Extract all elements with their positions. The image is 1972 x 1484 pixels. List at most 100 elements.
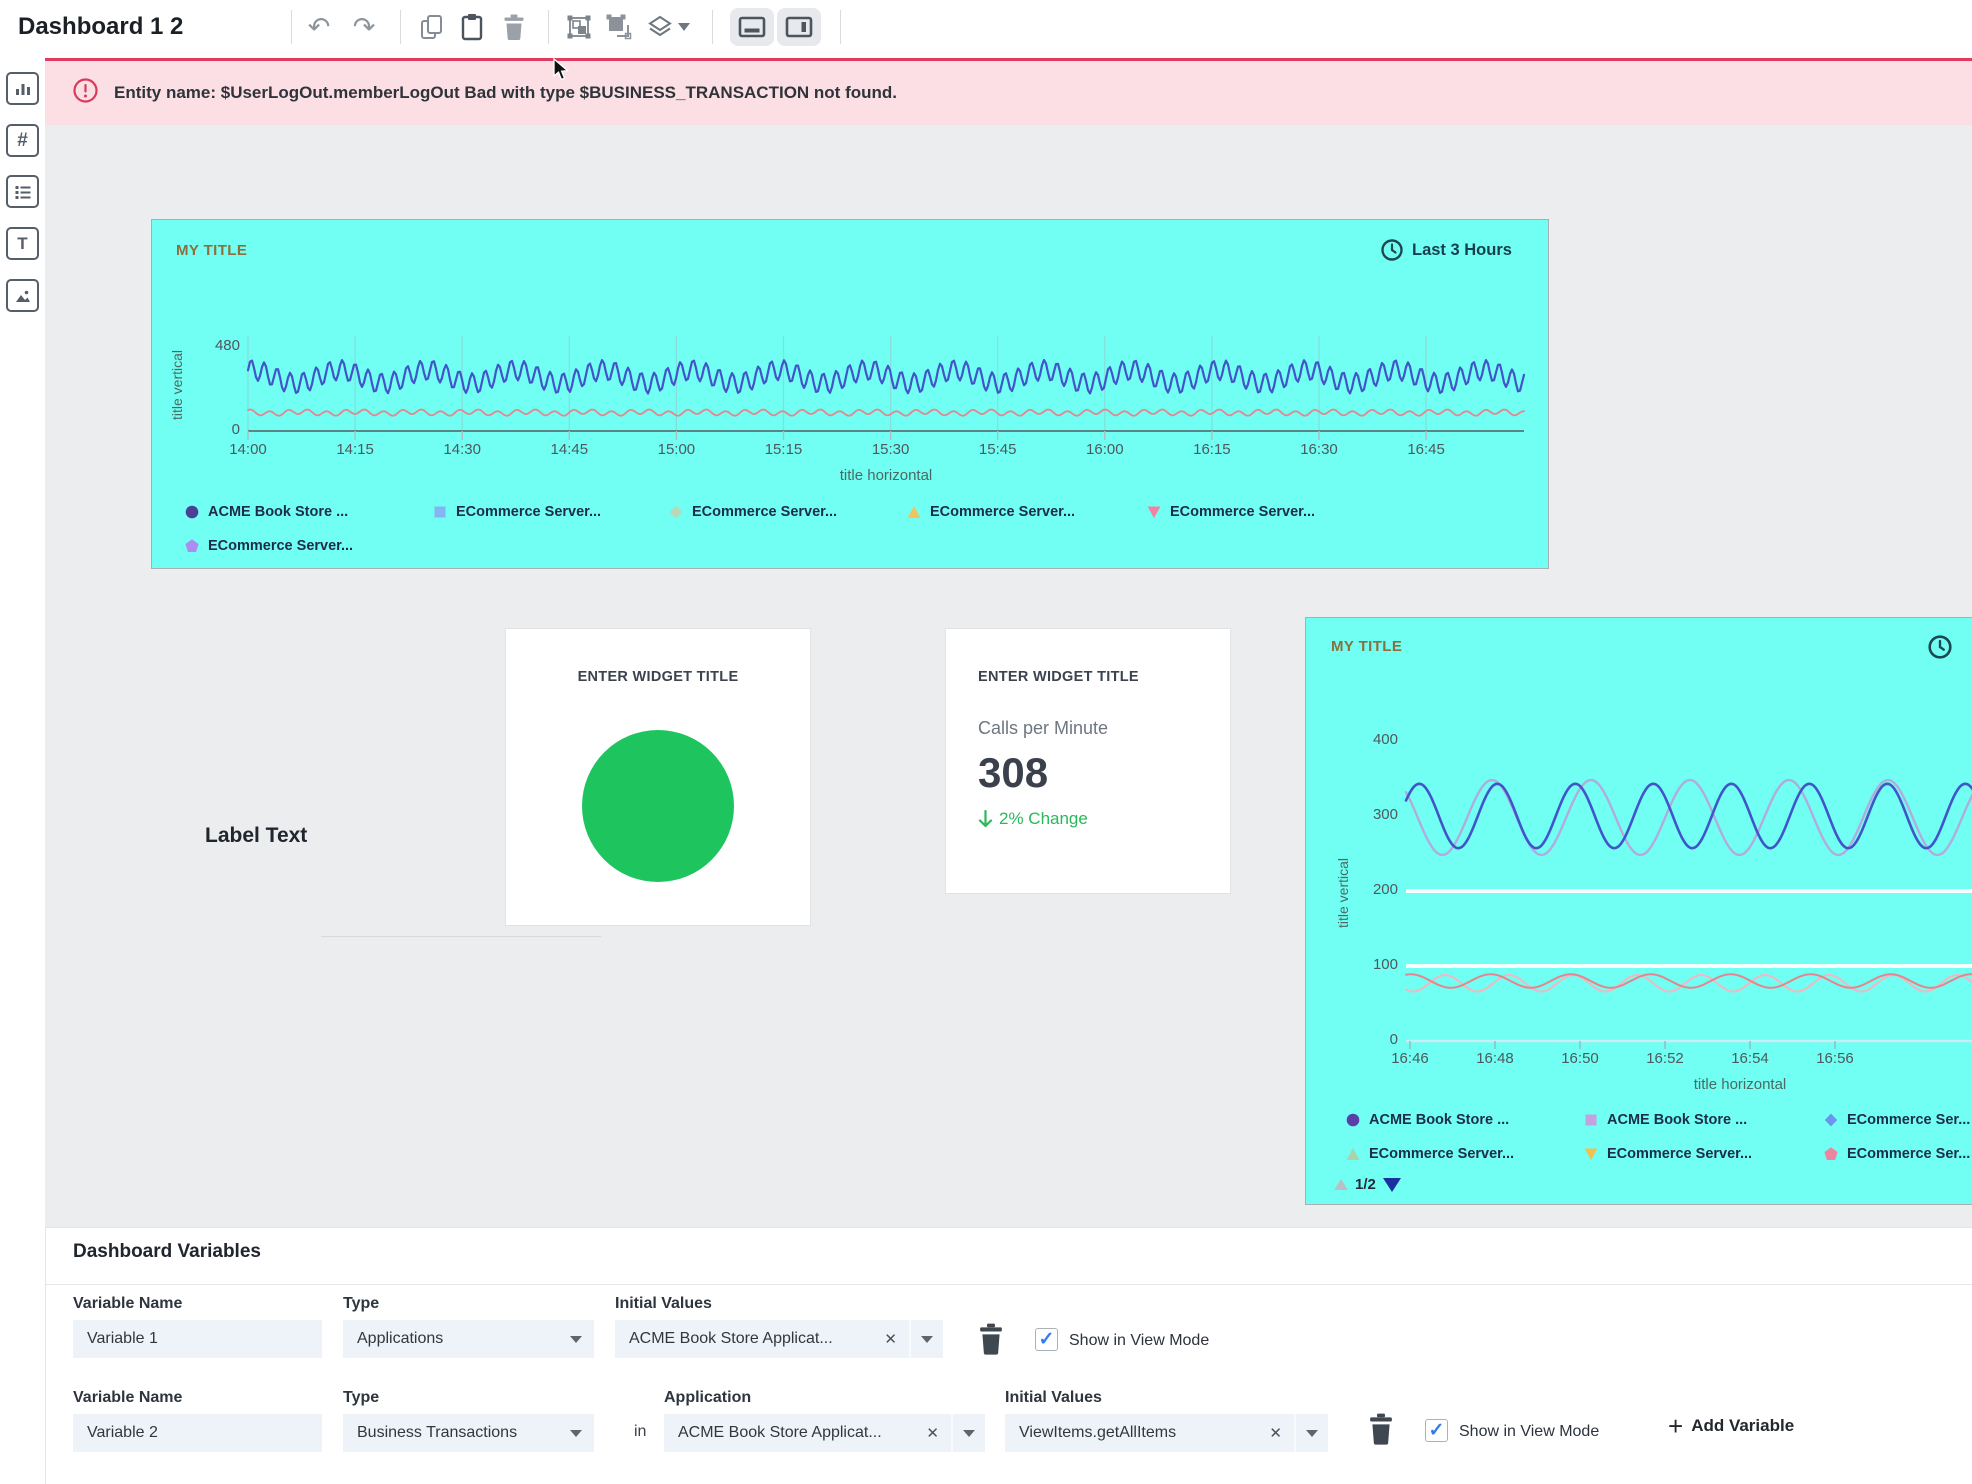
green-circle-shape (582, 730, 734, 882)
delete-variable-button[interactable] (977, 1323, 1005, 1360)
sidebar-item-chart-widget[interactable] (6, 72, 39, 105)
layers-icon[interactable] (645, 12, 675, 42)
x-tick-label: 16:48 (1455, 1050, 1535, 1067)
initial-values-label: Initial Values (1005, 1389, 1102, 1407)
legend-item[interactable]: ECommerce Server... (1147, 504, 1315, 520)
page-indicator: 1/2 (1355, 1176, 1376, 1193)
show-in-view-mode-label: Show in View Mode (1459, 1423, 1599, 1441)
type-dropdown[interactable]: Business Transactions (343, 1414, 594, 1452)
page-title: Dashboard 1 2 (18, 13, 183, 41)
sidebar-item-text-widget[interactable]: T (6, 227, 39, 260)
sidebar-item-metric-widget[interactable]: # (6, 124, 39, 157)
legend-item[interactable]: ECommerce Ser... (1824, 1146, 1970, 1162)
delete-variable-button[interactable] (1367, 1413, 1395, 1450)
initial-values-label: Initial Values (615, 1295, 712, 1313)
label-text-widget[interactable]: Label Text (205, 824, 307, 848)
layers-dropdown-caret-icon[interactable] (676, 12, 692, 42)
triangle-down-marker-icon (1584, 1147, 1598, 1161)
group-icon[interactable] (564, 12, 594, 42)
legend-item[interactable]: ECommerce Server... (1584, 1146, 1752, 1162)
paste-icon[interactable] (457, 12, 487, 42)
legend-label: ECommerce Server... (1607, 1146, 1752, 1162)
legend-item[interactable]: ACME Book Store ... (1584, 1112, 1747, 1128)
circle-marker-icon (185, 505, 199, 519)
sidebar-item-image-widget[interactable] (6, 279, 39, 312)
chevron-down-icon (570, 1336, 582, 1343)
add-variable-button[interactable]: + Add Variable (1668, 1414, 1794, 1438)
page-down-icon[interactable] (1383, 1178, 1401, 1192)
legend-item[interactable]: ECommerce Server... (1346, 1146, 1514, 1162)
chevron-down-icon (963, 1430, 975, 1437)
x-tick-label: 16:52 (1625, 1050, 1705, 1067)
type-label: Type (343, 1295, 379, 1313)
legend-item[interactable]: ECommerce Ser... (1824, 1112, 1970, 1128)
legend-item[interactable]: ECommerce Server... (669, 504, 837, 520)
type-dropdown[interactable]: Applications (343, 1320, 594, 1358)
legend-item[interactable]: ACME Book Store ... (185, 504, 348, 520)
metric-change-label: 2% Change (999, 809, 1088, 829)
type-value: Business Transactions (343, 1424, 570, 1442)
legend-item[interactable]: ACME Book Store ... (1346, 1112, 1509, 1128)
chevron-down-icon (921, 1336, 933, 1343)
ungroup-icon[interactable] (604, 12, 634, 42)
metric-change: 2% Change (978, 809, 1088, 829)
timeseries-widget-1[interactable]: MY TITLE Last 3 Hours title vertical tit… (151, 219, 1549, 569)
page-up-icon[interactable] (1334, 1179, 1348, 1190)
variable-name-value: Variable 2 (73, 1424, 322, 1442)
pentagon-marker-icon (185, 539, 199, 553)
legend-label: ECommerce Server... (1170, 504, 1315, 520)
undo-icon[interactable]: ↶ (304, 12, 334, 42)
metric-value: 308 (978, 749, 1048, 797)
show-in-view-mode-checkbox[interactable]: ✓ (1035, 1328, 1058, 1351)
redo-icon[interactable]: ↷ (349, 12, 379, 42)
widget-title: ENTER WIDGET TITLE (506, 669, 810, 685)
hash-icon: # (17, 130, 28, 152)
text-icon: T (17, 234, 27, 254)
x-axis-title: title horizontal (248, 467, 1524, 484)
initial-values-dropdown[interactable] (909, 1320, 943, 1358)
x-tick-label: 16:54 (1710, 1050, 1790, 1067)
diamond-marker-icon (1824, 1113, 1838, 1127)
variable-name-input[interactable]: Variable 1 (73, 1320, 322, 1358)
legend-label: ECommerce Ser... (1847, 1112, 1970, 1128)
widget-palette: # T (0, 55, 45, 1484)
legend-label: ECommerce Server... (692, 504, 837, 520)
toggle-right-panel-button[interactable] (777, 8, 821, 46)
x-tick-label: 16:15 (1172, 441, 1252, 458)
x-tick-label: 15:45 (958, 441, 1038, 458)
sidebar-item-list-widget[interactable] (6, 175, 39, 208)
y-tick-label: 480 (180, 337, 240, 354)
initial-values-dropdown[interactable] (1294, 1414, 1328, 1452)
metric-widget[interactable]: ENTER WIDGET TITLE Calls per Minute 308 … (946, 629, 1230, 893)
legend-label: ACME Book Store ... (208, 504, 348, 520)
remove-value-icon[interactable]: ✕ (914, 1424, 951, 1442)
y-tick-label: 200 (1338, 881, 1398, 898)
delete-icon[interactable] (499, 12, 529, 42)
x-tick-label: 16:46 (1370, 1050, 1450, 1067)
application-input[interactable]: ACME Book Store Applicat... ✕ (664, 1414, 951, 1452)
x-tick-label: 15:30 (851, 441, 931, 458)
copy-icon[interactable] (417, 12, 447, 42)
y-tick-label: 100 (1338, 956, 1398, 973)
initial-values-input[interactable]: ACME Book Store Applicat... ✕ (615, 1320, 909, 1358)
triangle-up-marker-icon (1346, 1147, 1360, 1161)
shape-widget[interactable]: ENTER WIDGET TITLE (506, 629, 810, 925)
type-value: Applications (343, 1330, 570, 1348)
square-marker-icon (1584, 1113, 1598, 1127)
legend-item[interactable]: ECommerce Server... (185, 538, 353, 554)
show-in-view-mode-checkbox[interactable]: ✓ (1425, 1419, 1448, 1442)
legend-pager: 1/2 (1334, 1176, 1401, 1193)
y-tick-label: 0 (180, 421, 240, 438)
remove-value-icon[interactable]: ✕ (872, 1330, 909, 1348)
timeseries-widget-2[interactable]: MY TITLE title vertical title horizontal… (1305, 617, 1972, 1205)
toggle-bottom-panel-button[interactable] (730, 8, 774, 46)
image-icon (13, 286, 33, 306)
application-dropdown[interactable] (951, 1414, 985, 1452)
widget-outline (321, 936, 601, 937)
legend-item[interactable]: ECommerce Server... (433, 504, 601, 520)
x-tick-label: 14:45 (529, 441, 609, 458)
variable-name-input[interactable]: Variable 2 (73, 1414, 322, 1452)
initial-values-input[interactable]: ViewItems.getAllItems ✕ (1005, 1414, 1294, 1452)
legend-item[interactable]: ECommerce Server... (907, 504, 1075, 520)
remove-value-icon[interactable]: ✕ (1257, 1424, 1294, 1442)
